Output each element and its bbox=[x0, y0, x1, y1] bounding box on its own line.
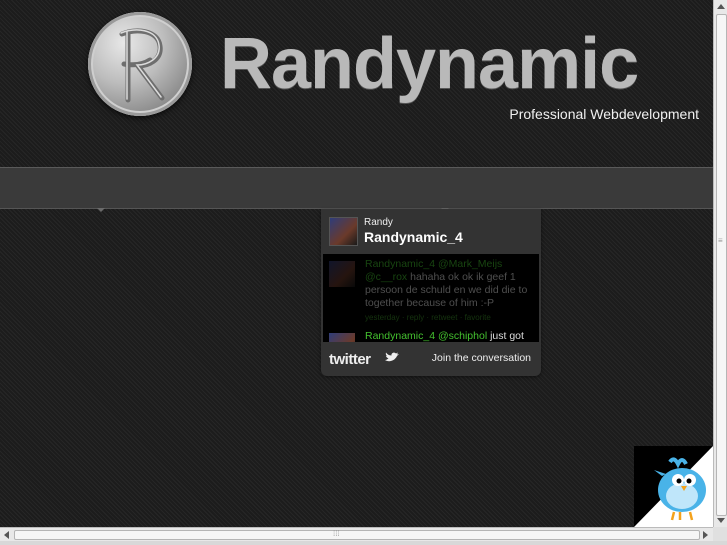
tweet-user-link[interactable]: Randynamic_4 bbox=[365, 330, 435, 342]
scroll-right-arrow-icon[interactable] bbox=[703, 531, 708, 539]
corner-bird-graphic bbox=[654, 457, 706, 521]
scroll-up-arrow-icon[interactable] bbox=[717, 4, 725, 9]
vertical-scroll-thumb[interactable]: ≡ bbox=[716, 14, 727, 516]
tweet-mention-link[interactable]: @Mark_Meijs bbox=[438, 258, 502, 270]
page-viewport: Randynamic Professional Webdevelopment R… bbox=[0, 0, 713, 527]
twitter-widget-header: Randy Randynamic_4 bbox=[329, 217, 533, 247]
navigation-bar bbox=[0, 167, 713, 209]
thumb-grip-icon: ≡ bbox=[718, 236, 723, 245]
tweet-mention-link[interactable]: @c__rox bbox=[365, 271, 407, 283]
twitter-widget-footer: twitter Join the conversation bbox=[321, 347, 541, 373]
tweet-mention-link[interactable]: @schiphol bbox=[438, 330, 487, 342]
tweet-actions[interactable]: yesterday · reply · retweet · favorite bbox=[365, 311, 537, 324]
tweet-avatar[interactable] bbox=[329, 261, 355, 287]
profile-handle[interactable]: Randynamic_4 bbox=[364, 229, 463, 245]
horizontal-scrollbar[interactable]: ⁞⁞⁞ bbox=[0, 527, 713, 542]
r-coin-logo-icon[interactable] bbox=[88, 12, 192, 116]
tweet-user-link[interactable]: Randynamic_4 bbox=[365, 258, 435, 270]
tweet-text: Randynamic_4 @schiphol just got bbox=[365, 330, 537, 342]
tweet-timeline[interactable]: Randynamic_4 @Mark_Meijs @c__rox hahaha … bbox=[323, 254, 539, 342]
tweet-content: just got bbox=[487, 330, 524, 342]
thumb-grip-icon: ⁞⁞⁞ bbox=[333, 529, 340, 538]
brand-title[interactable]: Randynamic bbox=[220, 28, 639, 100]
vertical-scrollbar[interactable]: ≡ bbox=[713, 0, 727, 527]
twitter-bird-corner-icon[interactable] bbox=[634, 446, 713, 527]
profile-avatar[interactable] bbox=[329, 217, 358, 246]
tweet-avatar[interactable] bbox=[329, 333, 355, 342]
twitter-widget: Randy Randynamic_4 Randynamic_4 @Mark_Me… bbox=[321, 209, 541, 376]
nav-marker-left bbox=[97, 208, 105, 212]
join-conversation-link[interactable]: Join the conversation bbox=[432, 352, 531, 364]
twitter-bird-icon bbox=[385, 352, 399, 362]
horizontal-scroll-thumb[interactable]: ⁞⁞⁞ bbox=[14, 530, 700, 540]
tweet-text: Randynamic_4 @Mark_Meijs @c__rox hahaha … bbox=[365, 258, 537, 324]
brand-tagline: Professional Webdevelopment bbox=[509, 106, 699, 122]
window-bottom-edge bbox=[0, 541, 727, 545]
twitter-wordmark[interactable]: twitter bbox=[329, 351, 371, 368]
profile-name[interactable]: Randy bbox=[364, 217, 393, 228]
scroll-left-arrow-icon[interactable] bbox=[4, 531, 9, 539]
scroll-down-arrow-icon[interactable] bbox=[717, 518, 725, 523]
